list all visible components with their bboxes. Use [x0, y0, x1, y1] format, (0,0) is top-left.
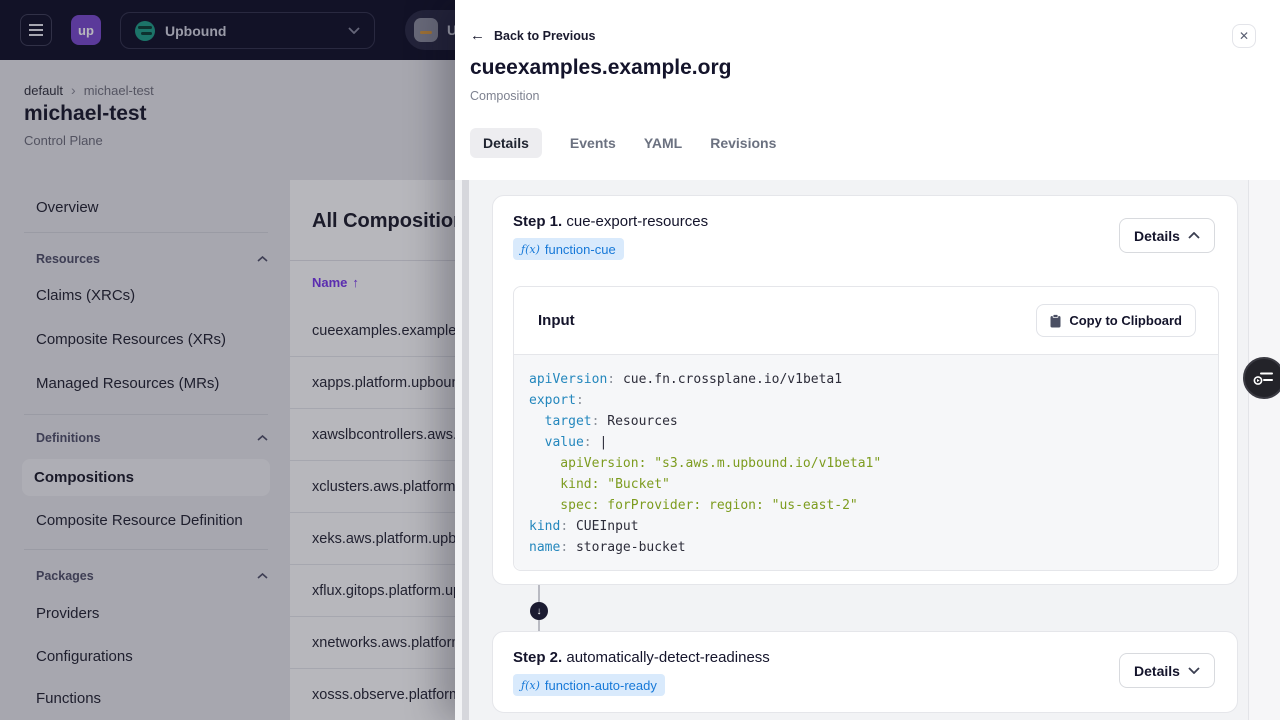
code-line: value: | [529, 435, 608, 450]
panel-tabs: Details Events YAML Revisions [470, 128, 776, 158]
code-line: apiVersion: "s3.aws.m.upbound.io/v1beta1… [529, 456, 882, 471]
function-badge: ƒ(x) function-auto-ready [513, 674, 665, 696]
chevron-up-icon [1188, 232, 1200, 239]
panel-right-scroll-zone [1248, 180, 1280, 720]
back-arrow-icon: ← [470, 27, 485, 44]
step-name: automatically-detect-readiness [566, 649, 770, 666]
close-icon: ✕ [1238, 29, 1250, 43]
pipeline-step-1-card: Step 1. cue-export-resources ƒ(x) functi… [492, 195, 1238, 585]
copy-label: Copy to Clipboard [1069, 313, 1182, 328]
tab-events[interactable]: Events [570, 135, 616, 151]
panel-subtitle: Composition [470, 89, 540, 103]
tab-revisions[interactable]: Revisions [710, 135, 776, 151]
function-icon: ƒ(x) [521, 678, 540, 692]
input-title: Input [538, 312, 575, 329]
step-number: Step 2. [513, 649, 563, 666]
function-badge: ƒ(x) function-cue [513, 238, 624, 260]
changelog-icon [1253, 372, 1273, 385]
tab-details[interactable]: Details [470, 128, 542, 158]
panel-scrollbar[interactable] [462, 180, 469, 720]
tab-yaml[interactable]: YAML [644, 135, 682, 151]
feedback-widget-button[interactable] [1243, 357, 1280, 399]
step-1-details-button[interactable]: Details [1119, 218, 1215, 253]
copy-to-clipboard-button[interactable]: Copy to Clipboard [1036, 304, 1196, 337]
clipboard-icon [1050, 313, 1061, 327]
step-connector-arrow-icon: ↓ [530, 602, 548, 620]
code-line: export: [529, 393, 584, 408]
step-name: cue-export-resources [566, 213, 709, 230]
input-card-header: Input Copy to Clipboard [514, 287, 1218, 354]
code-line: spec: forProvider: region: "us-east-2" [529, 498, 858, 513]
step-2-heading: Step 2. automatically-detect-readiness [513, 649, 770, 666]
panel-content: Step 1. cue-export-resources ƒ(x) functi… [455, 180, 1280, 720]
code-line: apiVersion: cue.fn.crossplane.io/v1beta1 [529, 372, 843, 387]
function-name: function-cue [544, 241, 616, 257]
details-label: Details [1134, 227, 1180, 244]
composition-detail-panel: ← Back to Previous cueexamples.example.o… [455, 0, 1280, 720]
code-line: kind: "Bucket" [529, 477, 670, 492]
details-label: Details [1134, 662, 1180, 679]
code-line: name: storage-bucket [529, 540, 686, 555]
step-1-heading: Step 1. cue-export-resources [513, 213, 708, 230]
panel-title: cueexamples.example.org [470, 56, 732, 79]
input-code-block: apiVersion: cue.fn.crossplane.io/v1beta1… [514, 354, 1218, 570]
step-number: Step 1. [513, 213, 563, 230]
chevron-down-icon [1188, 667, 1200, 674]
code-line: target: Resources [529, 414, 678, 429]
function-icon: ƒ(x) [521, 242, 540, 256]
close-panel-button[interactable]: ✕ [1232, 24, 1256, 48]
back-label: Back to Previous [494, 28, 596, 43]
input-card: Input Copy to Clipboard apiVersion: cue.… [513, 286, 1219, 571]
function-name: function-auto-ready [544, 677, 657, 693]
pipeline-step-2-card: Step 2. automatically-detect-readiness ƒ… [492, 631, 1238, 713]
code-line: kind: CUEInput [529, 519, 639, 534]
back-to-previous-button[interactable]: ← Back to Previous [470, 27, 595, 44]
step-2-details-button[interactable]: Details [1119, 653, 1215, 688]
